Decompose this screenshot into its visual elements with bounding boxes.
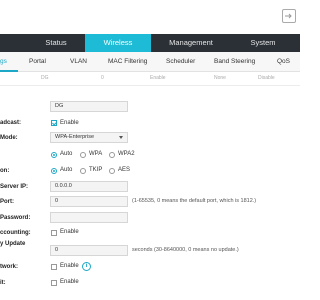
- tab-status[interactable]: Status: [16, 34, 96, 52]
- logout-arrow-icon: [285, 13, 292, 19]
- key-update-input[interactable]: 0: [50, 245, 128, 256]
- ssid-input[interactable]: DG: [50, 101, 128, 112]
- version-auto-label: Auto: [60, 151, 73, 157]
- tab-management[interactable]: Management: [151, 34, 231, 52]
- version-wpa-label: WPA: [89, 151, 103, 157]
- encryption-aes-label: AES: [118, 167, 131, 173]
- radius-password-label: Password:: [0, 215, 31, 221]
- ssid-broadcast-label: adcast:: [0, 120, 22, 126]
- subtab-mac-filtering[interactable]: MAC Filtering: [108, 52, 147, 72]
- last-row-checkbox[interactable]: [51, 280, 57, 286]
- encryption-tkip-label: TKIP: [89, 167, 103, 173]
- subtab-band-steering[interactable]: Band Steering: [214, 52, 255, 72]
- network-option: Enable: [60, 263, 79, 269]
- info-icon[interactable]: i: [82, 262, 91, 271]
- accounting-label: ccounting:: [0, 230, 31, 236]
- security-mode-value: WPA-Enterprise: [55, 134, 95, 140]
- last-row-label: it:: [0, 280, 6, 286]
- radius-port-input[interactable]: 0: [50, 196, 128, 207]
- network-checkbox[interactable]: [51, 264, 57, 270]
- encryption-tkip-radio[interactable]: [80, 168, 86, 174]
- accounting-option: Enable: [60, 229, 79, 235]
- version-wpa2-label: WPA2: [118, 151, 135, 157]
- ssid-broadcast-option: Enable: [60, 119, 79, 126]
- subtab-portal[interactable]: Portal: [29, 52, 46, 72]
- version-wpa-radio[interactable]: [80, 152, 86, 158]
- version-auto-radio[interactable]: [51, 152, 57, 158]
- chevron-down-icon: [119, 136, 123, 139]
- top-bar: [0, 0, 300, 34]
- summary-vlan: 0: [101, 75, 104, 81]
- summary-broadcast: Enable: [150, 75, 166, 81]
- accounting-checkbox[interactable]: [51, 230, 57, 236]
- ssid-broadcast-checkbox[interactable]: [51, 120, 57, 126]
- subtab-settings[interactable]: gs: [0, 52, 7, 72]
- encryption-auto-label: Auto: [60, 167, 73, 173]
- subtab-vlan[interactable]: VLAN: [70, 52, 87, 72]
- subtab-scheduler[interactable]: Scheduler: [166, 52, 195, 72]
- security-mode-select[interactable]: WPA-Enterprise: [50, 132, 128, 143]
- main-nav: Status Wireless Management System: [0, 34, 300, 52]
- summary-ssid: DG: [41, 75, 49, 81]
- subtab-qos[interactable]: QoS: [277, 52, 290, 72]
- tab-system[interactable]: System: [231, 34, 295, 52]
- sub-nav: gs Portal VLAN MAC Filtering Scheduler B…: [0, 52, 300, 72]
- logout-icon[interactable]: [282, 9, 296, 23]
- radius-server-ip-label: Server IP:: [0, 184, 29, 190]
- version-wpa2-radio[interactable]: [109, 152, 115, 158]
- encryption-label: on:: [0, 168, 10, 174]
- radius-server-ip-input[interactable]: 0.0.0.0: [50, 181, 128, 192]
- ssid-summary-row: DG 0 Enable None Disable: [0, 72, 300, 86]
- security-mode-label: Mode:: [0, 135, 18, 141]
- encryption-aes-radio[interactable]: [109, 168, 115, 174]
- summary-isolation: Disable: [258, 75, 275, 81]
- key-update-label: y Update: [0, 241, 26, 247]
- radius-port-label: Port:: [0, 199, 14, 205]
- key-update-hint: seconds (30-8640000, 0 means no update.): [132, 247, 239, 253]
- network-label: twork:: [0, 264, 18, 270]
- tab-wireless[interactable]: Wireless: [85, 34, 151, 52]
- last-row-option: Enable: [60, 279, 79, 285]
- radius-port-hint: (1-65535, 0 means the default port, whic…: [132, 198, 257, 204]
- encryption-auto-radio[interactable]: [51, 168, 57, 174]
- summary-security: None: [214, 75, 226, 81]
- radius-password-input[interactable]: [50, 212, 128, 223]
